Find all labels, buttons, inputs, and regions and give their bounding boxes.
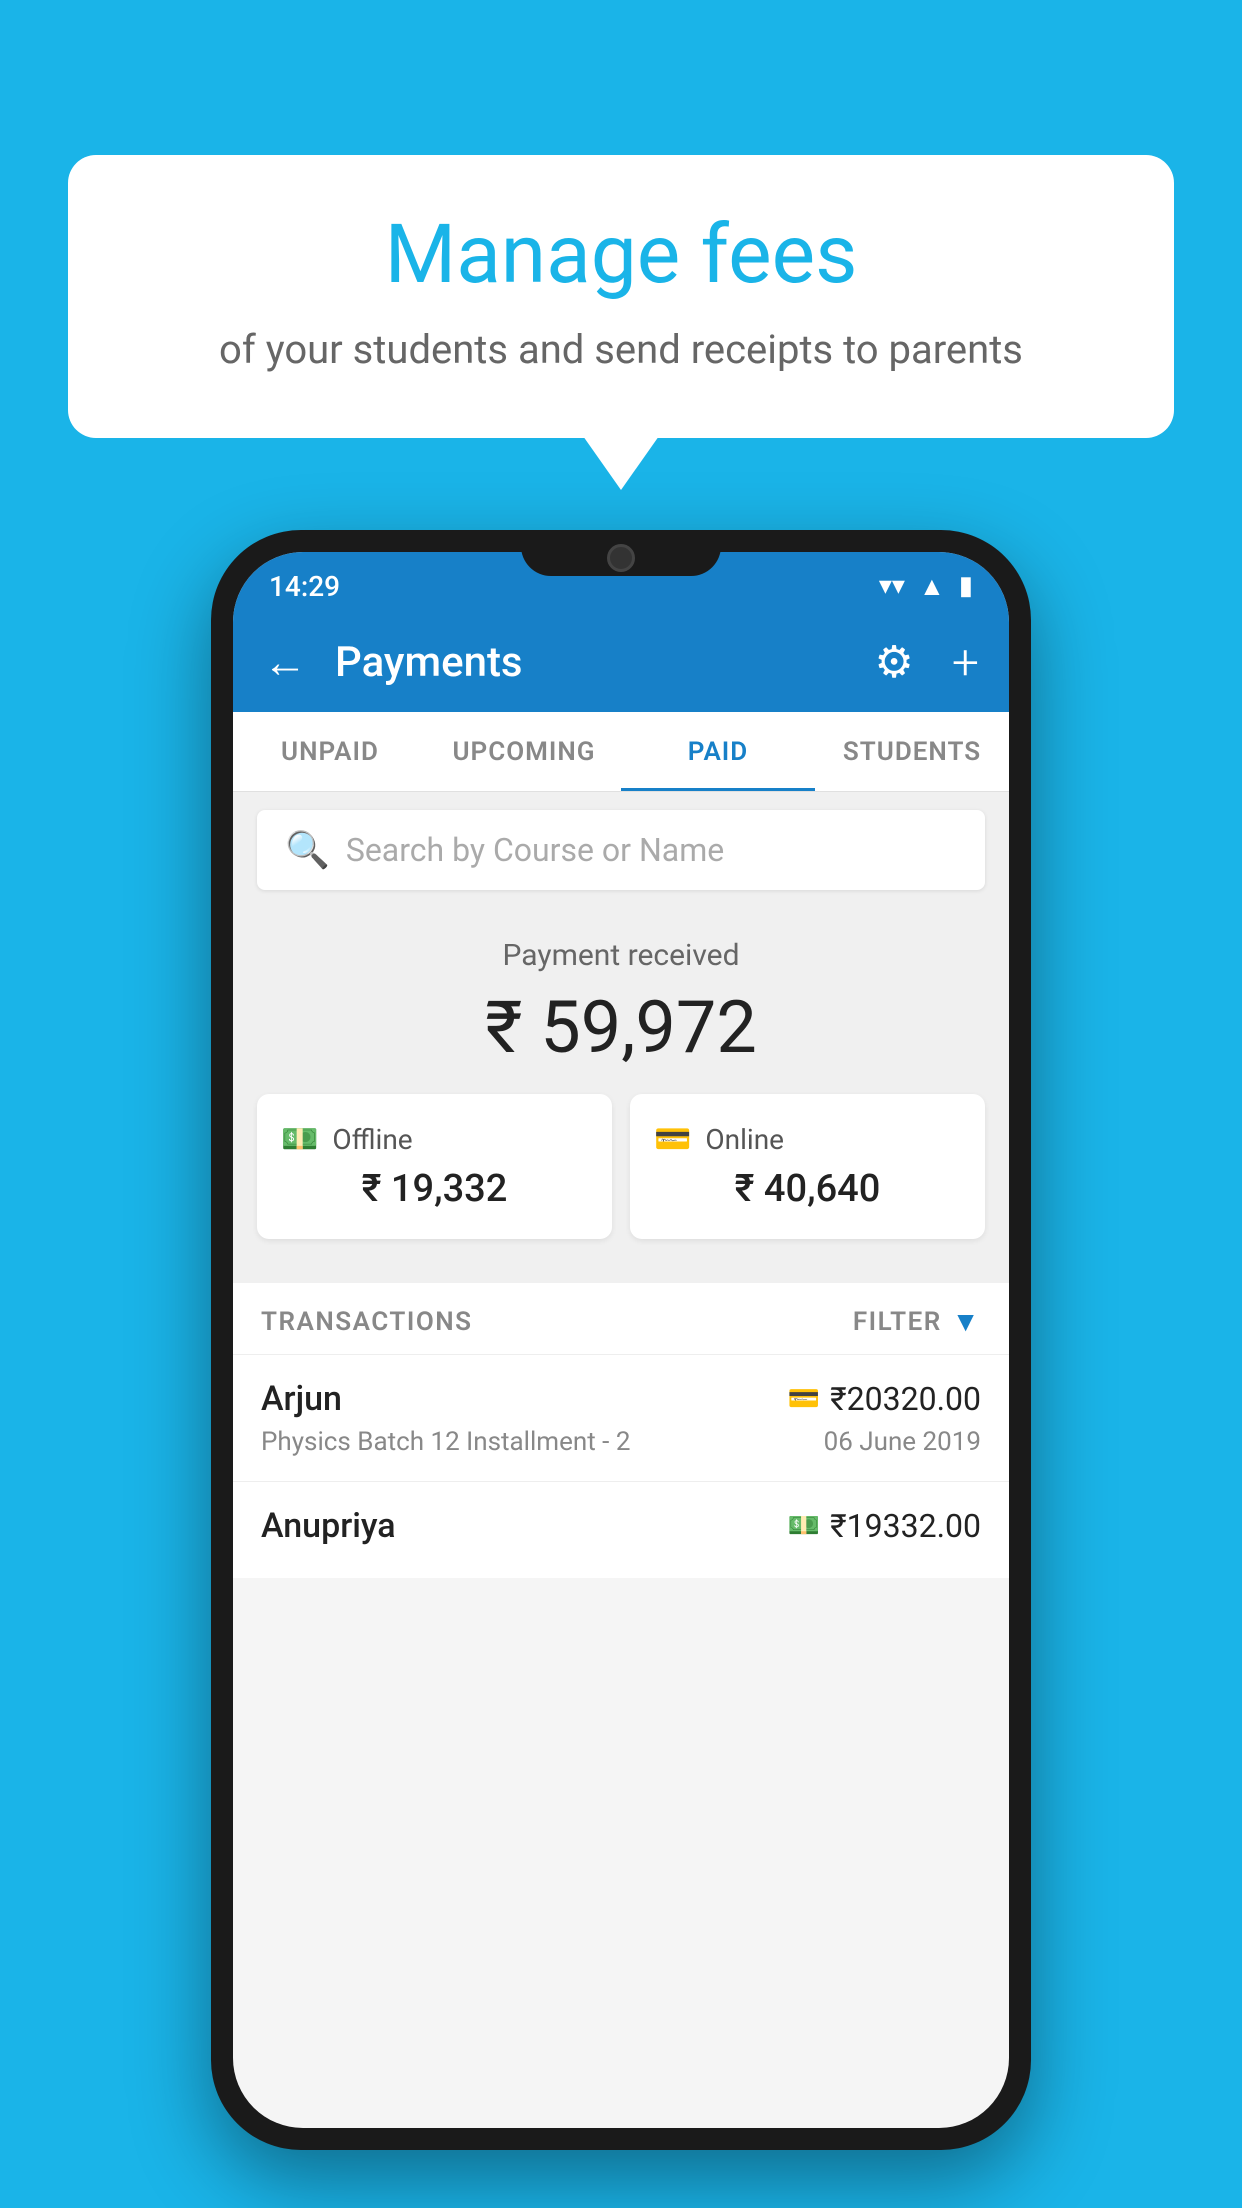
search-bar[interactable]: 🔍 Search by Course or Name [257,810,985,890]
wifi-icon: ▾▾ [879,571,905,601]
card-icon: 💳 [654,1122,691,1157]
payment-summary: Payment received ₹ 59,972 💵 Offline ₹ 19… [233,908,1009,1283]
phone-device: 14:29 ▾▾ ▲ ▮ ← Payments ⚙ + UNPAID [211,530,1031,2150]
signal-icon: ▲ [919,571,945,602]
offline-card-top: 💵 Offline [281,1122,588,1157]
battery-icon: ▮ [959,571,973,601]
transaction-top-row: Arjun 💳 ₹20320.00 [261,1379,981,1419]
search-icon: 🔍 [285,829,330,871]
online-card-top: 💳 Online [654,1122,961,1157]
transaction-amount: ₹20320.00 [830,1380,981,1418]
bubble-title: Manage fees [128,210,1114,300]
transaction-name: Anupriya [261,1506,396,1546]
status-time: 14:29 [269,570,340,603]
online-payment-icon: 💳 [788,1384,820,1414]
transaction-top-row: Anupriya 💵 ₹19332.00 [261,1506,981,1546]
online-label: Online [705,1123,784,1156]
back-button[interactable]: ← [263,636,307,688]
page-title: Payments [335,638,854,687]
transaction-name: Arjun [261,1379,342,1419]
cash-icon: 💵 [281,1122,318,1157]
transactions-label: TRANSACTIONS [261,1307,473,1337]
offline-card: 💵 Offline ₹ 19,332 [257,1094,612,1239]
status-icons: ▾▾ ▲ ▮ [879,571,973,602]
payment-cards: 💵 Offline ₹ 19,332 💳 Online ₹ 40,640 [257,1094,985,1259]
tab-unpaid[interactable]: UNPAID [233,712,427,791]
tab-paid[interactable]: PAID [621,712,815,791]
transaction-amount: ₹19332.00 [830,1507,981,1545]
phone-outer: 14:29 ▾▾ ▲ ▮ ← Payments ⚙ + UNPAID [211,530,1031,2150]
transactions-header: TRANSACTIONS FILTER ▼ [233,1283,1009,1354]
transaction-bottom-row: Physics Batch 12 Installment - 2 06 June… [261,1427,981,1457]
cash-payment-icon: 💵 [788,1511,820,1541]
payment-received-label: Payment received [257,938,985,973]
table-row[interactable]: Arjun 💳 ₹20320.00 Physics Batch 12 Insta… [233,1354,1009,1481]
offline-amount: ₹ 19,332 [281,1167,588,1211]
tab-bar: UNPAID UPCOMING PAID STUDENTS [233,712,1009,792]
phone-notch [521,530,721,576]
transaction-amount-wrap: 💳 ₹20320.00 [788,1380,981,1418]
offline-label: Offline [332,1123,412,1156]
bubble-subtitle: of your students and send receipts to pa… [128,322,1114,378]
top-bar: ← Payments ⚙ + [233,612,1009,712]
table-row[interactable]: Anupriya 💵 ₹19332.00 [233,1481,1009,1578]
online-amount: ₹ 40,640 [654,1167,961,1211]
speech-bubble: Manage fees of your students and send re… [68,155,1174,438]
transaction-amount-wrap: 💵 ₹19332.00 [788,1507,981,1545]
payment-total-amount: ₹ 59,972 [257,985,985,1070]
search-input[interactable]: Search by Course or Name [346,831,724,869]
search-container: 🔍 Search by Course or Name [233,792,1009,908]
transaction-detail: Physics Batch 12 Installment - 2 [261,1427,630,1457]
filter-button[interactable]: FILTER ▼ [853,1305,981,1338]
phone-camera [607,544,635,572]
filter-label: FILTER [853,1307,942,1337]
online-card: 💳 Online ₹ 40,640 [630,1094,985,1239]
add-button[interactable]: + [952,634,979,691]
tab-students[interactable]: STUDENTS [815,712,1009,791]
transaction-date: 06 June 2019 [824,1427,981,1457]
transaction-list: Arjun 💳 ₹20320.00 Physics Batch 12 Insta… [233,1354,1009,1578]
phone-screen: 14:29 ▾▾ ▲ ▮ ← Payments ⚙ + UNPAID [233,552,1009,2128]
filter-icon: ▼ [952,1305,981,1338]
settings-icon[interactable]: ⚙ [874,636,913,688]
tab-upcoming[interactable]: UPCOMING [427,712,621,791]
